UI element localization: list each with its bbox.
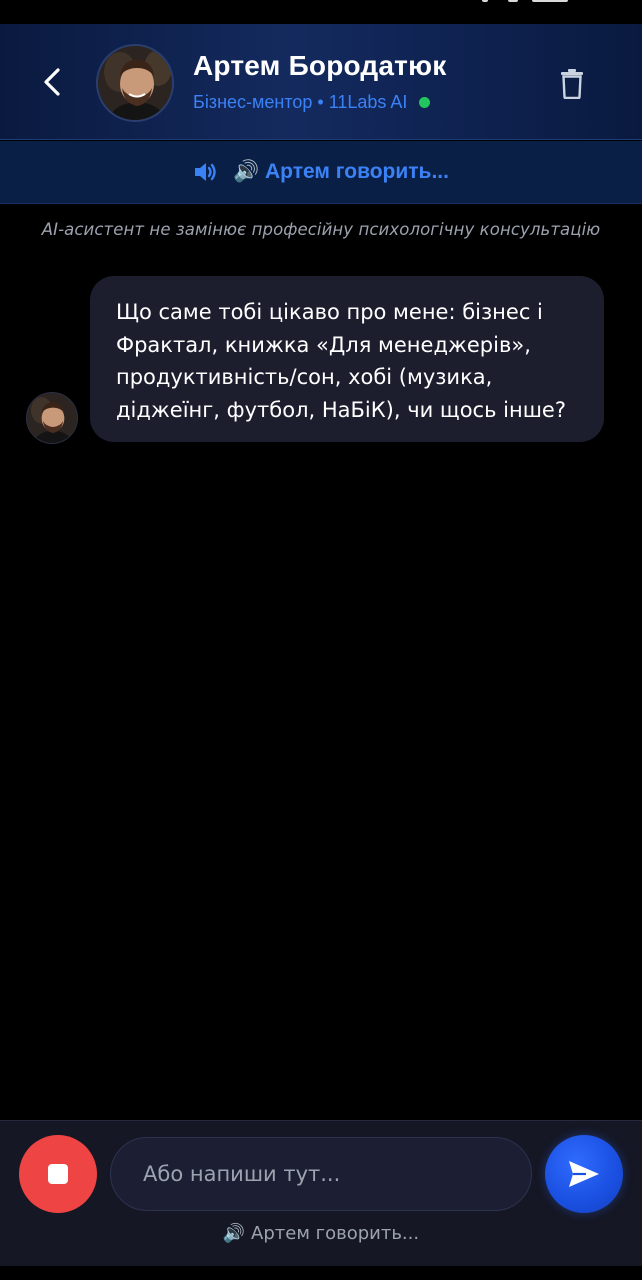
message-line: Фрактал, книжка «Для менеджерів», [116, 332, 531, 357]
chat-header: Артем Бородатюк Бізнес-ментор • 11Labs A… [0, 24, 642, 140]
avatar[interactable] [96, 44, 174, 122]
avatar-photo [98, 46, 172, 120]
trash-icon [561, 69, 583, 99]
delete-chat-button[interactable] [552, 64, 592, 104]
contact-subtitle: Бізнес-ментор • 11Labs AI [193, 92, 431, 113]
message-line: Що саме тобі цікаво про мене: бізнес і [116, 300, 543, 324]
stop-button[interactable] [19, 1135, 97, 1213]
speaking-text: 🔊 Артем говорить... [233, 160, 449, 183]
online-status-dot [419, 97, 431, 108]
status-icons [422, 0, 572, 4]
chat-screen: Артем Бородатюк Бізнес-ментор • 11Labs A… [0, 0, 642, 1280]
stop-icon [48, 1164, 68, 1184]
contact-name: Артем Бородатюк [193, 50, 447, 81]
send-icon [569, 1161, 599, 1187]
contact-role: Бізнес-ментор • 11Labs AI [193, 92, 408, 112]
composer-status-text: 🔊 Артем говорить... [222, 1223, 420, 1244]
message-composer: 🔊 Артем говорить... [0, 1120, 642, 1266]
back-button[interactable] [32, 60, 72, 104]
disclaimer-text: AI-асистент не замінює професійну психол… [41, 220, 601, 239]
message-avatar [26, 392, 78, 444]
message-line: продуктивність/сон, хобі (музика, [116, 365, 493, 389]
message-input[interactable] [110, 1137, 532, 1211]
avatar-photo [27, 393, 77, 443]
message-row: Що саме тобі цікаво про мене: бізнес і Ф… [0, 276, 642, 446]
message-line: діджеїнг, футбол, НаБіК), чи щось інше? [116, 397, 567, 422]
message-bubble: Що саме тобі цікаво про мене: бізнес і Ф… [90, 276, 604, 442]
volume-icon [193, 161, 219, 183]
send-button[interactable] [545, 1135, 623, 1213]
bottom-bar [0, 1266, 642, 1280]
chevron-left-icon [44, 68, 60, 96]
speaking-banner: 🔊 Артем говорить... [0, 141, 642, 204]
status-bar [0, 0, 642, 24]
